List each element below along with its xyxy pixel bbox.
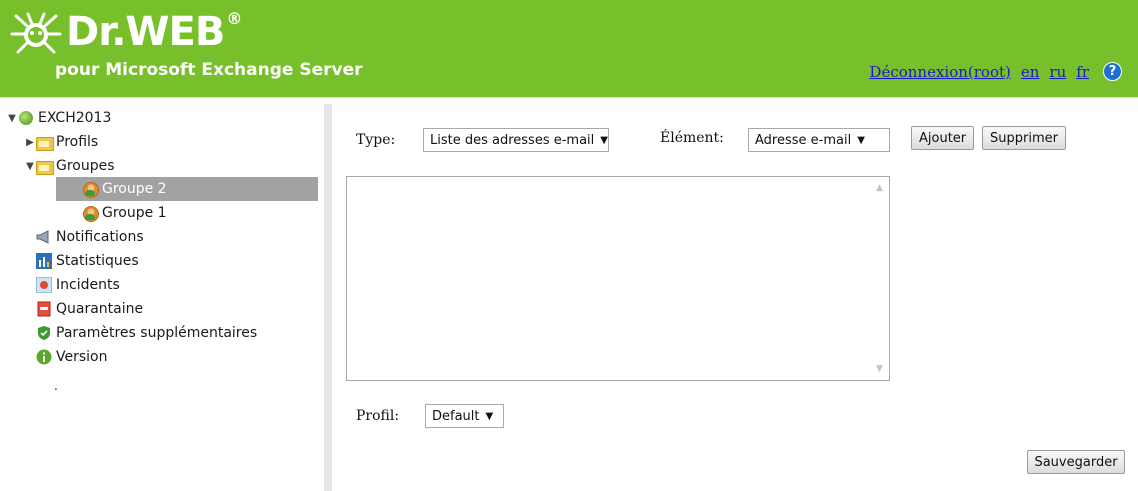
main-panel: Type: Liste des adresses e-mail ▼ Élémen… — [332, 104, 1138, 491]
tree-label-groupe-1: Groupe 1 — [102, 205, 167, 221]
top-links: Déconnexion(root) en ru fr ? — [869, 62, 1122, 81]
header-bar: Dr.WEB ® pour Microsoft Exchange Server … — [0, 0, 1138, 98]
lang-fr-link[interactable]: fr — [1076, 63, 1089, 81]
logo-registered-mark: ® — [226, 9, 243, 28]
tree-item-groupe-2[interactable]: Groupe 2 — [56, 177, 318, 201]
incident-icon — [36, 277, 52, 293]
element-select-value: Adresse e-mail — [755, 132, 852, 148]
tree-item-parametres[interactable]: Paramètres supplémentaires — [36, 321, 257, 345]
folder-icon — [36, 158, 54, 175]
tree-item-groupe-1[interactable]: Groupe 1 — [82, 201, 167, 225]
save-button[interactable]: Sauvegarder — [1027, 450, 1125, 474]
dropdown-arrow-icon: ▼ — [485, 410, 494, 422]
tree-item-profils[interactable]: ▶ Profils — [24, 130, 98, 154]
tree-item-groupes[interactable]: ▼ Groupes — [24, 154, 115, 178]
element-label: Élément: — [660, 130, 724, 146]
tree-item-notifications[interactable]: Notifications — [36, 225, 144, 249]
tree-label-root: EXCH2013 — [38, 110, 112, 126]
address-listbox[interactable]: ▲ ▼ — [346, 176, 890, 381]
expanded-arrow-icon[interactable]: ▼ — [24, 161, 36, 172]
dropdown-arrow-icon: ▼ — [857, 134, 865, 146]
scroll-up-icon[interactable]: ▲ — [876, 183, 883, 193]
tree-label-incidents: Incidents — [56, 277, 120, 293]
shield-icon — [38, 326, 50, 340]
user-group-icon — [82, 181, 99, 198]
tree-label-groupe-2: Groupe 2 — [102, 181, 167, 197]
listbox-scrollbar[interactable]: ▲ ▼ — [873, 177, 889, 380]
tree-label-notifications: Notifications — [56, 229, 144, 245]
delete-button[interactable]: Supprimer — [982, 126, 1066, 150]
product-subtitle: pour Microsoft Exchange Server — [55, 60, 363, 80]
quarantine-icon — [37, 301, 51, 317]
folder-icon — [36, 134, 54, 151]
type-label: Type: — [356, 132, 396, 148]
tree-label-profils: Profils — [56, 134, 99, 150]
profil-label: Profil: — [356, 408, 400, 424]
user-group-icon — [82, 205, 99, 222]
type-select-value: Liste des adresses e-mail — [430, 132, 595, 148]
info-icon — [36, 349, 52, 365]
logo-wordmark: Dr.WEB — [66, 9, 225, 55]
type-select[interactable]: Liste des adresses e-mail ▼ — [423, 128, 609, 152]
tree-label-quarantaine: Quarantaine — [56, 301, 144, 317]
profil-select-value: Default — [432, 408, 480, 424]
lang-ru-link[interactable]: ru — [1049, 63, 1066, 81]
add-button[interactable]: Ajouter — [911, 126, 975, 150]
lang-en-link[interactable]: en — [1021, 63, 1040, 81]
tree-label-parametres: Paramètres supplémentaires — [56, 325, 258, 341]
spider-emblem-icon — [10, 12, 62, 54]
help-icon[interactable]: ? — [1103, 62, 1122, 81]
tree-item-statistiques[interactable]: Statistiques — [36, 249, 139, 273]
tree-label-version: Version — [56, 349, 108, 365]
tree-item-incidents[interactable]: Incidents — [36, 273, 120, 297]
logout-link[interactable]: Déconnexion(root) — [869, 63, 1010, 81]
bar-chart-icon — [36, 253, 52, 269]
tree-item-root[interactable]: ▼ EXCH2013 — [6, 106, 111, 130]
tree-label-groupes: Groupes — [56, 158, 115, 174]
profil-select[interactable]: Default ▼ — [425, 404, 504, 428]
megaphone-icon — [36, 230, 49, 244]
server-root-icon — [18, 110, 34, 126]
dropdown-arrow-icon: ▼ — [600, 134, 608, 146]
stray-dot: . — [54, 379, 58, 393]
collapsed-arrow-icon[interactable]: ▶ — [24, 137, 36, 148]
scroll-down-icon[interactable]: ▼ — [876, 364, 883, 374]
sidebar-tree: ▼ EXCH2013 ▶ Profils ▼ Groupes Groupe 2 … — [0, 104, 330, 491]
drweb-logo: Dr.WEB ® — [10, 8, 242, 58]
expanded-arrow-icon[interactable]: ▼ — [6, 113, 18, 124]
tree-label-statistiques: Statistiques — [56, 253, 139, 269]
element-select[interactable]: Adresse e-mail ▼ — [748, 128, 890, 152]
panel-splitter[interactable] — [324, 104, 332, 491]
tree-item-version[interactable]: Version — [36, 345, 107, 369]
tree-item-quarantaine[interactable]: Quarantaine — [36, 297, 143, 321]
